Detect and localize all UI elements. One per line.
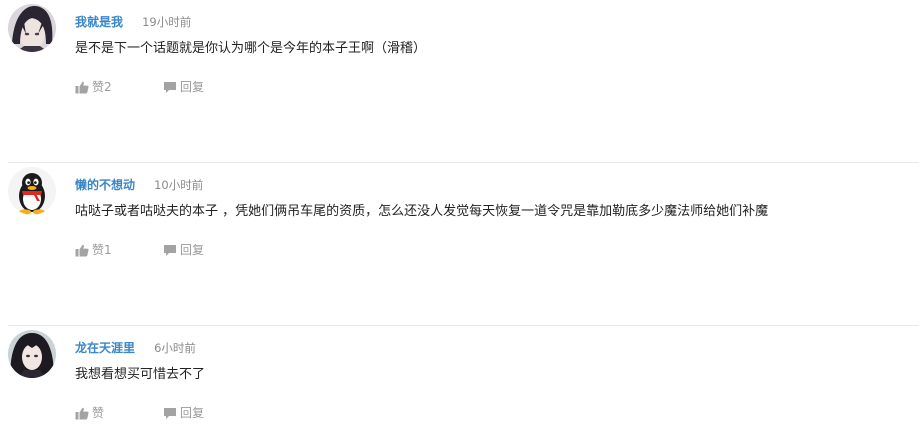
- chat-bubble-icon: [164, 244, 176, 256]
- thumbs-up-icon: [75, 407, 89, 419]
- username[interactable]: 懒的不想动: [75, 178, 135, 192]
- like-button[interactable]: 赞: [75, 405, 104, 421]
- like-count: 赞1: [92, 243, 112, 257]
- comment-item: 龙在天涯里 6小时前 我想看想买可惜去不了 赞 回复: [0, 326, 919, 426]
- comment-actions: 赞1 回复: [75, 242, 204, 258]
- reply-label: 回复: [180, 243, 205, 257]
- chat-bubble-icon: [164, 407, 176, 419]
- reply-button[interactable]: 回复: [163, 242, 204, 258]
- avatar[interactable]: [8, 167, 56, 215]
- avatar[interactable]: [8, 4, 56, 52]
- qq-penguin-icon: [8, 167, 56, 215]
- comment-actions: 赞2 回复: [75, 79, 204, 95]
- long-haired-anime-avatar-icon: [8, 330, 56, 378]
- comment-actions: 赞 回复: [75, 405, 204, 421]
- comment-text: 咕哒子或者咕哒夫的本子 ，凭她们俩吊车尾的资质，怎么还没人发觉每天恢复一道令咒是…: [75, 204, 769, 219]
- comment-meta: 懒的不想动 10小时前: [75, 176, 203, 192]
- dark-haired-anime-avatar-icon: [8, 4, 56, 52]
- comment-item: 我就是我 19小时前 是不是下一个话题就是你认为哪个是今年的本子王啊（滑稽） 赞…: [0, 0, 919, 163]
- reply-button[interactable]: 回复: [163, 79, 204, 95]
- comment-meta: 龙在天涯里 6小时前: [75, 339, 196, 355]
- timestamp: 10小时前: [154, 178, 204, 192]
- username[interactable]: 龙在天涯里: [75, 341, 135, 355]
- thumbs-up-icon: [75, 81, 89, 93]
- thumbs-up-icon: [75, 244, 89, 256]
- avatar[interactable]: [8, 330, 56, 378]
- comment-meta: 我就是我 19小时前: [75, 13, 191, 29]
- like-count: 赞: [92, 406, 105, 420]
- like-button[interactable]: 赞2: [75, 79, 112, 95]
- comment-item: 懒的不想动 10小时前 咕哒子或者咕哒夫的本子 ，凭她们俩吊车尾的资质，怎么还没…: [0, 163, 919, 326]
- username[interactable]: 我就是我: [75, 15, 123, 29]
- timestamp: 6小时前: [154, 341, 196, 355]
- reply-label: 回复: [180, 406, 205, 420]
- comment-text: 我想看想买可惜去不了: [75, 367, 206, 382]
- reply-button[interactable]: 回复: [163, 405, 204, 421]
- like-count: 赞2: [92, 80, 112, 94]
- like-button[interactable]: 赞1: [75, 242, 112, 258]
- chat-bubble-icon: [164, 81, 176, 93]
- timestamp: 19小时前: [142, 15, 192, 29]
- comment-text: 是不是下一个话题就是你认为哪个是今年的本子王啊（滑稽）: [75, 41, 427, 56]
- reply-label: 回复: [180, 80, 205, 94]
